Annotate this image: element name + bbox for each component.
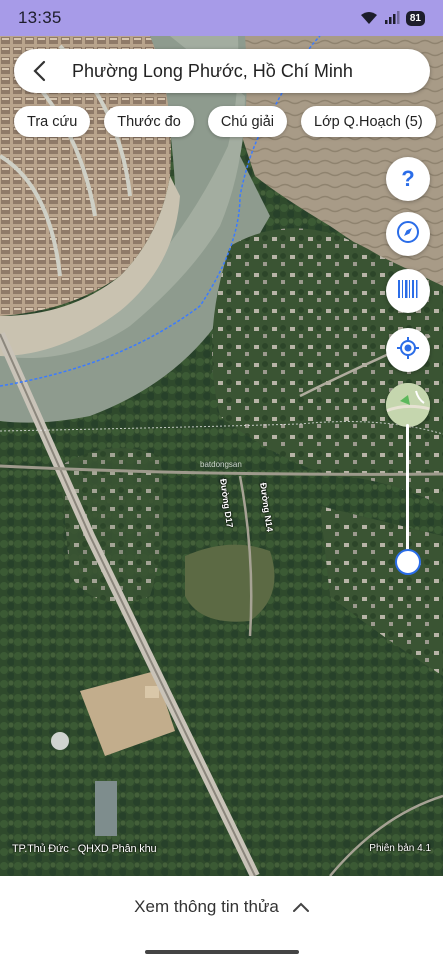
question-icon: ? (401, 166, 415, 191)
chevron-up-icon (292, 897, 309, 917)
satellite-map[interactable] (0, 36, 443, 876)
version-label: Phiên bản 4.1 (369, 843, 431, 854)
base-map-button[interactable] (386, 383, 430, 427)
layer-opacity-slider-thumb[interactable] (395, 549, 421, 575)
battery-icon: 81 (405, 10, 425, 26)
crosshair-icon (395, 335, 421, 366)
status-bar: 13:35 81 (0, 0, 443, 36)
chip-planning-layers[interactable]: Lớp Q.Hoạch (5) (301, 106, 436, 137)
map-watermark: batdongsan (200, 460, 242, 469)
signal-icon (384, 11, 400, 25)
search-location-text[interactable]: Phường Long Phước, Hồ Chí Minh (72, 61, 353, 82)
chip-legend[interactable]: Chú giải (207, 106, 288, 137)
planning-layer-label: TP.Thủ Đức - QHXD Phân khu (12, 843, 157, 855)
barcode-button[interactable] (386, 269, 430, 313)
wifi-icon (360, 11, 378, 25)
search-bar[interactable]: Phường Long Phước, Hồ Chí Minh (14, 49, 430, 93)
layer-opacity-slider-track[interactable] (406, 424, 409, 562)
status-icons: 81 (360, 10, 425, 26)
tool-chips: Tra cứu Thước đo Chú giải Lớp Q.Hoạch (5… (14, 106, 436, 137)
parcel-info-label: Xem thông tin thửa (134, 897, 279, 916)
barcode-icon (396, 278, 420, 305)
home-indicator[interactable] (145, 950, 299, 954)
chip-measure[interactable]: Thước đo (104, 106, 194, 137)
parcel-info-toggle[interactable]: Xem thông tin thửa (0, 876, 443, 938)
chip-lookup[interactable]: Tra cứu (14, 106, 91, 137)
compass-button[interactable] (386, 212, 430, 256)
map-thumbnail-icon (386, 383, 430, 427)
bottom-sheet[interactable]: Xem thông tin thửa (0, 876, 443, 960)
back-arrow-icon[interactable] (28, 60, 50, 82)
compass-icon (396, 220, 420, 249)
my-location-button[interactable] (386, 328, 430, 372)
help-button[interactable]: ? (386, 157, 430, 201)
status-time: 13:35 (18, 8, 62, 27)
